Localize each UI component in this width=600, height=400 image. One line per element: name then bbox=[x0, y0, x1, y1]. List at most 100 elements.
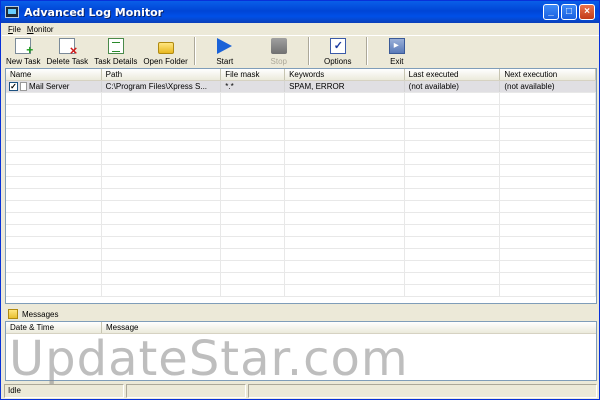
empty-cell bbox=[285, 261, 405, 272]
new-task-button[interactable]: New Task bbox=[6, 36, 41, 66]
menu-monitor[interactable]: Monitor bbox=[27, 25, 54, 34]
window-controls: _ □ × bbox=[543, 4, 595, 20]
empty-cell bbox=[500, 93, 596, 104]
empty-cell bbox=[6, 141, 102, 152]
empty-cell bbox=[500, 201, 596, 212]
empty-rows bbox=[6, 93, 596, 297]
status-text: Idle bbox=[4, 384, 124, 398]
empty-cell bbox=[405, 117, 501, 128]
empty-cell bbox=[102, 201, 222, 212]
delete-task-button[interactable]: Delete Task bbox=[47, 36, 88, 66]
empty-cell bbox=[500, 177, 596, 188]
empty-cell bbox=[405, 285, 501, 296]
task-next-execution: (not available) bbox=[500, 81, 596, 92]
empty-cell bbox=[405, 213, 501, 224]
empty-cell bbox=[405, 189, 501, 200]
app-window: Advanced Log Monitor _ □ × File Monitor … bbox=[0, 0, 600, 400]
watermark: UpdateStar.com bbox=[9, 331, 409, 387]
empty-cell bbox=[405, 177, 501, 188]
empty-cell bbox=[221, 213, 286, 224]
empty-cell bbox=[6, 285, 102, 296]
task-path: C:\Program Files\Xpress S... bbox=[102, 81, 222, 92]
empty-cell bbox=[102, 285, 222, 296]
empty-cell bbox=[285, 285, 405, 296]
stop-label: Stop bbox=[270, 57, 288, 66]
empty-cell bbox=[285, 237, 405, 248]
empty-cell bbox=[285, 201, 405, 212]
empty-cell bbox=[221, 165, 286, 176]
empty-cell bbox=[405, 201, 501, 212]
menu-file[interactable]: File bbox=[8, 25, 21, 34]
empty-cell bbox=[285, 165, 405, 176]
maximize-button[interactable]: □ bbox=[561, 4, 577, 20]
column-header-keywords[interactable]: Keywords bbox=[285, 69, 405, 80]
empty-cell bbox=[500, 225, 596, 236]
start-label: Start bbox=[216, 57, 234, 66]
column-header-file-mask[interactable]: File mask bbox=[221, 69, 286, 80]
empty-cell bbox=[500, 189, 596, 200]
task-details-icon bbox=[107, 38, 124, 54]
empty-cell bbox=[102, 165, 222, 176]
empty-cell bbox=[500, 237, 596, 248]
empty-cell bbox=[221, 93, 286, 104]
start-button[interactable]: Start bbox=[202, 36, 248, 66]
task-details-button[interactable]: Task Details bbox=[94, 36, 137, 66]
empty-cell bbox=[285, 249, 405, 260]
empty-cell bbox=[405, 225, 501, 236]
empty-cell bbox=[221, 225, 286, 236]
empty-cell bbox=[405, 273, 501, 284]
minimize-button[interactable]: _ bbox=[543, 4, 559, 20]
empty-cell bbox=[500, 153, 596, 164]
options-button[interactable]: Options bbox=[316, 36, 360, 66]
empty-cell bbox=[405, 129, 501, 140]
empty-cell bbox=[405, 141, 501, 152]
empty-row bbox=[6, 93, 596, 105]
task-enabled-checkbox[interactable]: ✓ bbox=[9, 82, 18, 91]
empty-cell bbox=[500, 105, 596, 116]
stop-button[interactable]: Stop bbox=[256, 36, 302, 66]
empty-cell bbox=[102, 177, 222, 188]
empty-cell bbox=[221, 237, 286, 248]
window-title: Advanced Log Monitor bbox=[24, 5, 164, 19]
play-icon bbox=[216, 38, 233, 54]
column-header-next-execution[interactable]: Next execution bbox=[500, 69, 596, 80]
empty-cell bbox=[285, 189, 405, 200]
messages-label: Messages bbox=[22, 309, 59, 319]
empty-cell bbox=[500, 273, 596, 284]
empty-cell bbox=[221, 129, 286, 140]
empty-cell bbox=[102, 93, 222, 104]
messages-icon bbox=[8, 309, 18, 319]
title-bar[interactable]: Advanced Log Monitor _ □ × bbox=[1, 1, 599, 23]
empty-cell bbox=[102, 129, 222, 140]
empty-cell bbox=[500, 249, 596, 260]
empty-cell bbox=[500, 141, 596, 152]
empty-cell bbox=[285, 273, 405, 284]
empty-row bbox=[6, 261, 596, 273]
empty-cell bbox=[102, 249, 222, 260]
open-folder-button[interactable]: Open Folder bbox=[143, 36, 188, 66]
exit-label: Exit bbox=[390, 57, 404, 66]
document-icon bbox=[20, 82, 27, 91]
task-list[interactable]: Name Path File mask Keywords Last execut… bbox=[5, 68, 597, 304]
column-header-last-executed[interactable]: Last executed bbox=[405, 69, 501, 80]
column-header-name[interactable]: Name bbox=[6, 69, 102, 80]
empty-cell bbox=[405, 105, 501, 116]
exit-door-icon bbox=[388, 38, 405, 54]
empty-row bbox=[6, 249, 596, 261]
task-last-executed: (not available) bbox=[405, 81, 501, 92]
close-button[interactable]: × bbox=[579, 4, 595, 20]
empty-row bbox=[6, 129, 596, 141]
empty-cell bbox=[221, 153, 286, 164]
exit-button[interactable]: Exit bbox=[374, 36, 420, 66]
empty-cell bbox=[6, 249, 102, 260]
empty-cell bbox=[221, 189, 286, 200]
menu-bar: File Monitor bbox=[2, 23, 599, 35]
status-bar: Idle bbox=[2, 383, 599, 399]
empty-cell bbox=[6, 153, 102, 164]
empty-cell bbox=[285, 153, 405, 164]
empty-cell bbox=[102, 141, 222, 152]
task-row[interactable]: ✓ Mail Server C:\Program Files\Xpress S.… bbox=[6, 81, 596, 93]
column-header-path[interactable]: Path bbox=[102, 69, 222, 80]
empty-cell bbox=[221, 273, 286, 284]
status-pane-2 bbox=[126, 384, 246, 398]
